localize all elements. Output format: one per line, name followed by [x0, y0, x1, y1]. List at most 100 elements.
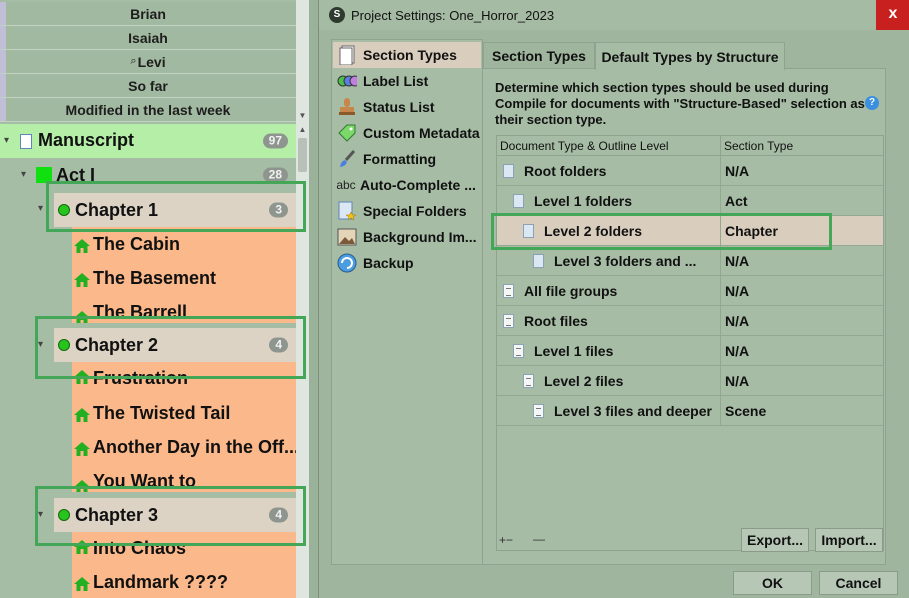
- section-type-value[interactable]: Act: [725, 193, 748, 209]
- close-button[interactable]: x: [876, 0, 909, 30]
- column-header-document-type[interactable]: Document Type & Outline Level: [497, 136, 721, 156]
- table-row[interactable]: Level 2 folders Chapter: [497, 216, 883, 246]
- sidebar-item-section-types[interactable]: Section Types: [333, 42, 481, 68]
- settings-sidebar: Section Types Label List Status List Cus…: [331, 39, 483, 565]
- collection-row-brian[interactable]: Brian: [0, 2, 296, 26]
- sidebar-item-custom-metadata[interactable]: Custom Metadata: [333, 120, 481, 146]
- table-row[interactable]: Level 3 folders and ... N/A: [497, 246, 883, 276]
- scene-row[interactable]: The Basement: [72, 261, 296, 295]
- section-type-value[interactable]: N/A: [725, 343, 749, 359]
- section-type-value[interactable]: N/A: [725, 253, 749, 269]
- sidebar-label: Section Types: [363, 47, 457, 63]
- cancel-button[interactable]: Cancel: [819, 571, 898, 595]
- collection-row-levi[interactable]: ⌕ Levi: [0, 50, 296, 74]
- help-icon[interactable]: ?: [865, 96, 879, 110]
- row-label: Root files: [524, 313, 588, 329]
- scene-row[interactable]: The Cabin: [72, 227, 296, 261]
- scene-label: Into Chaos: [93, 538, 186, 558]
- section-type-value[interactable]: N/A: [725, 283, 749, 299]
- remove-button[interactable]: —: [533, 532, 545, 546]
- act-row[interactable]: ▾ Act I 28: [0, 160, 296, 190]
- manuscript-count-badge: 97: [262, 133, 288, 149]
- table-row[interactable]: Level 1 files N/A: [497, 336, 883, 366]
- sidebar-item-formatting[interactable]: Formatting: [333, 146, 481, 172]
- table-row[interactable]: Level 2 files N/A: [497, 366, 883, 396]
- chevron-down-icon[interactable]: ▾: [38, 339, 43, 350]
- scene-row[interactable]: The Barrell: [72, 295, 296, 323]
- chapter-3-row[interactable]: Chapter 3 4: [54, 498, 296, 532]
- section-type-value[interactable]: Chapter: [725, 223, 778, 239]
- sidebar-label: Backup: [363, 255, 414, 271]
- table-row[interactable]: Root files N/A: [497, 306, 883, 336]
- status-dot-icon: [58, 339, 70, 351]
- column-header-section-type[interactable]: Section Type: [721, 136, 883, 156]
- section-types-icon: [337, 45, 357, 65]
- chevron-down-icon[interactable]: ▾: [38, 203, 43, 214]
- binder-scrollbar[interactable]: [296, 0, 309, 598]
- section-type-value[interactable]: N/A: [725, 163, 749, 179]
- table-row[interactable]: Level 3 files and deeper Scene: [497, 396, 883, 426]
- tab-label: Default Types by Structure: [601, 48, 779, 65]
- scroll-down-arrow-icon[interactable]: ▼: [297, 110, 308, 122]
- collection-label: So far: [128, 77, 168, 94]
- document-icon: [503, 314, 514, 328]
- export-button[interactable]: Export...: [741, 528, 809, 552]
- collection-row-isaiah[interactable]: Isaiah: [0, 26, 296, 50]
- chapter-1-row[interactable]: Chapter 1 3: [54, 193, 296, 227]
- add-button[interactable]: +−: [499, 533, 513, 547]
- chapter-label: Chapter 2: [75, 334, 159, 355]
- chevron-down-icon[interactable]: ▾: [38, 509, 43, 520]
- scene-label: The Twisted Tail: [93, 402, 231, 423]
- chapter-label: Chapter 3: [75, 504, 159, 525]
- table-row[interactable]: Root folders N/A: [497, 156, 883, 186]
- tab-section-types[interactable]: Section Types: [483, 42, 595, 69]
- status-stamp-icon: [337, 97, 357, 117]
- tab-default-types-by-structure[interactable]: Default Types by Structure: [595, 42, 785, 70]
- collection-row-modified[interactable]: Modified in the last week: [0, 98, 296, 122]
- sidebar-label: Status List: [363, 99, 435, 115]
- brush-icon: [337, 149, 357, 169]
- abc-icon: abc: [336, 178, 356, 192]
- dialog-title: Project Settings: One_Horror_2023: [351, 7, 555, 23]
- chapter-label: Chapter 1: [75, 199, 159, 220]
- chevron-down-icon[interactable]: ▾: [21, 169, 26, 180]
- sidebar-item-special-folders[interactable]: Special Folders: [333, 198, 481, 224]
- scene-row[interactable]: Another Day in the Off...: [72, 430, 296, 464]
- scene-row[interactable]: Frustration: [72, 362, 296, 396]
- ok-button[interactable]: OK: [733, 571, 812, 595]
- section-type-value[interactable]: N/A: [725, 373, 749, 389]
- collection-row-so-far[interactable]: So far: [0, 74, 296, 98]
- sidebar-item-auto-complete[interactable]: abc Auto-Complete ...: [333, 172, 481, 198]
- document-icon: [533, 404, 544, 418]
- scene-row[interactable]: Landmark ????: [72, 566, 296, 598]
- chapter-2-row[interactable]: Chapter 2 4: [54, 328, 296, 362]
- sidebar-label: Custom Metadata: [363, 125, 480, 141]
- sidebar-item-label-list[interactable]: Label List: [333, 68, 481, 94]
- folder-document-icon: [533, 254, 544, 268]
- scroll-thumb[interactable]: [298, 138, 307, 172]
- scene-label: Landmark ????: [93, 571, 229, 592]
- scene-row[interactable]: The Twisted Tail: [72, 396, 296, 430]
- manuscript-icon: [20, 134, 32, 149]
- scene-label: The Cabin: [93, 233, 181, 254]
- sidebar-item-background-images[interactable]: Background Im...: [333, 224, 481, 250]
- table-row[interactable]: Level 1 folders Act: [497, 186, 883, 216]
- manuscript-row[interactable]: ▾ Manuscript 97: [0, 124, 296, 158]
- section-type-value[interactable]: N/A: [725, 313, 749, 329]
- import-button[interactable]: Import...: [815, 528, 883, 552]
- structure-table: Document Type & Outline Level Section Ty…: [496, 135, 884, 551]
- scene-row[interactable]: Into Chaos: [72, 532, 296, 566]
- row-label: Level 3 files and deeper: [554, 403, 712, 419]
- status-dot-icon: [58, 204, 70, 216]
- chevron-down-icon[interactable]: ▾: [4, 135, 9, 146]
- sidebar-item-backup[interactable]: Backup: [333, 250, 481, 276]
- house-icon: [74, 237, 90, 253]
- section-type-value[interactable]: Scene: [725, 403, 766, 419]
- tag-icon: [337, 123, 357, 143]
- collection-label: Isaiah: [128, 29, 168, 46]
- scene-row[interactable]: You Want to: [72, 464, 296, 492]
- scroll-up-arrow-icon[interactable]: ▲: [297, 124, 308, 136]
- title-bar[interactable]: S Project Settings: One_Horror_2023 x: [319, 0, 909, 30]
- sidebar-item-status-list[interactable]: Status List: [333, 94, 481, 120]
- table-row[interactable]: All file groups N/A: [497, 276, 883, 306]
